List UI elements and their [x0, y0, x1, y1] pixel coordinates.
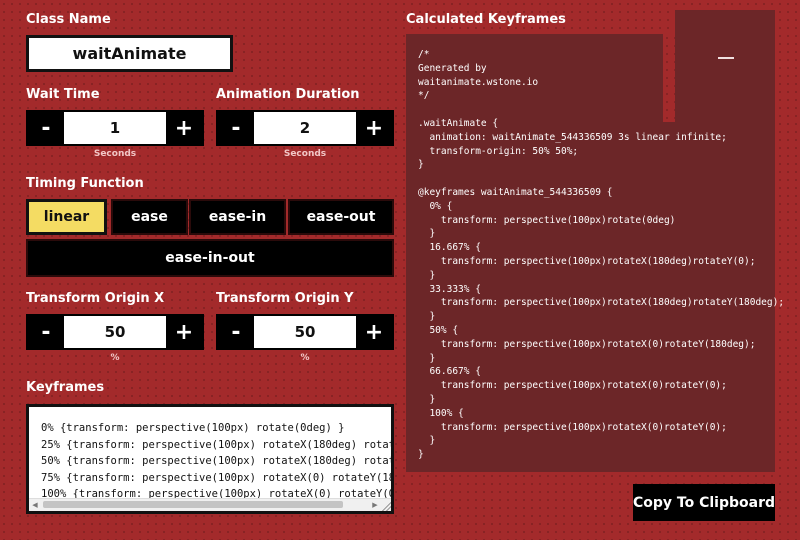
calculated-keyframes-code: /* Generated by waitanimate.wstone.io */ .w… [418, 48, 784, 462]
code-line: transform: perspective(100px)rotateX(0)r… [418, 421, 727, 433]
code-line: transform: perspective(100px)rotateX(0)r… [418, 338, 756, 350]
transform-origin-y-increment-button[interactable]: + [356, 316, 392, 348]
keyframes-horizontal-scrollbar[interactable]: ◀ ▶ [29, 498, 391, 511]
animation-duration-unit: Seconds [283, 149, 327, 159]
animation-duration-value[interactable]: 2 [254, 112, 356, 144]
transform-origin-y-decrement-button[interactable]: - [218, 316, 254, 348]
transform-origin-x-value[interactable]: 50 [64, 316, 166, 348]
transform-origin-y-unit: % [300, 353, 310, 363]
code-line: 50% { [418, 324, 459, 336]
wait-time-label: Wait Time [26, 87, 100, 102]
keyframes-label: Keyframes [26, 380, 105, 395]
transform-origin-x-increment-button[interactable]: + [166, 316, 202, 348]
resize-grip-icon[interactable] [381, 501, 391, 511]
wait-time-value[interactable]: 1 [64, 112, 166, 144]
code-line: transform: perspective(100px)rotateX(180… [418, 255, 756, 267]
code-line: 33.333% { [418, 283, 481, 295]
scroll-left-arrow-icon[interactable]: ◀ [29, 499, 41, 511]
wait-time-unit: Seconds [93, 149, 137, 159]
timing-option-ease[interactable]: ease [111, 199, 188, 235]
timing-option-ease-in-out[interactable]: ease-in-out [26, 239, 394, 277]
transform-origin-y-value[interactable]: 50 [254, 316, 356, 348]
timing-function-label: Timing Function [26, 176, 144, 191]
wait-time-increment-button[interactable]: + [166, 112, 202, 144]
code-line: Generated by [418, 62, 487, 74]
code-line: 16.667% { [418, 242, 481, 254]
class-name-input[interactable]: waitAnimate [26, 35, 233, 72]
transform-origin-x-decrement-button[interactable]: - [28, 316, 64, 348]
timing-option-linear[interactable]: linear [26, 199, 107, 235]
wait-time-stepper: - 1 + [26, 110, 204, 146]
keyframe-line: 50% {transform: perspective(100px) rotat… [41, 455, 394, 467]
scroll-right-arrow-icon[interactable]: ▶ [369, 499, 381, 511]
code-line: transform: perspective(100px)rotateX(0)r… [418, 380, 727, 392]
code-line: } [418, 159, 424, 171]
code-line: } [418, 435, 436, 447]
copy-to-clipboard-button[interactable]: Copy To Clipboard [633, 484, 775, 521]
keyframe-line: 75% {transform: perspective(100px) rotat… [41, 471, 391, 484]
scrollbar-thumb[interactable] [43, 501, 343, 508]
transform-origin-y-label: Transform Origin Y [216, 291, 354, 306]
code-line: } [418, 311, 436, 323]
animation-duration-decrement-button[interactable]: - [218, 112, 254, 144]
animation-duration-label: Animation Duration [216, 87, 360, 102]
code-line: transform: perspective(100px)rotateX(180… [418, 297, 785, 309]
wait-time-decrement-button[interactable]: - [28, 112, 64, 144]
keyframe-line: 25% {transform: perspective(100px) rotat… [41, 438, 394, 451]
code-line: waitanimate.wstone.io [418, 76, 539, 88]
timing-option-ease-out[interactable]: ease-out [288, 199, 394, 235]
code-line: 100% { [418, 407, 464, 419]
keyframes-text: 0% {transform: perspective(100px) rotate… [41, 420, 394, 503]
code-line: animation: waitAnimate_544336509 3s line… [418, 131, 727, 143]
animation-duration-increment-button[interactable]: + [356, 112, 392, 144]
code-line: /* [418, 49, 430, 60]
transform-origin-x-label: Transform Origin X [26, 291, 165, 306]
code-line: } [418, 228, 436, 240]
animation-duration-stepper: - 2 + [216, 110, 394, 146]
calculated-keyframes-label: Calculated Keyframes [406, 12, 566, 27]
code-line: 66.667% { [418, 366, 481, 378]
transform-origin-y-stepper: - 50 + [216, 314, 394, 350]
code-line: transform-origin: 50% 50%; [418, 145, 579, 157]
code-line: } [418, 393, 436, 405]
keyframe-line: 0% {transform: perspective(100px) rotate… [41, 422, 345, 434]
code-line: } [418, 269, 436, 281]
code-line: .waitAnimate { [418, 117, 499, 129]
code-line: @keyframes waitAnimate_544336509 { [418, 186, 613, 198]
code-line: transform: perspective(100px)rotate(0deg… [418, 214, 676, 226]
transform-origin-x-unit: % [110, 353, 120, 363]
code-line: */ [418, 90, 430, 102]
code-line: } [418, 352, 436, 364]
timing-option-ease-in[interactable]: ease-in [189, 199, 286, 235]
code-line: } [418, 449, 424, 461]
keyframes-textarea[interactable]: 0% {transform: perspective(100px) rotate… [26, 404, 394, 514]
code-line: 0% { [418, 200, 453, 212]
class-name-label: Class Name [26, 12, 111, 27]
transform-origin-x-stepper: - 50 + [26, 314, 204, 350]
